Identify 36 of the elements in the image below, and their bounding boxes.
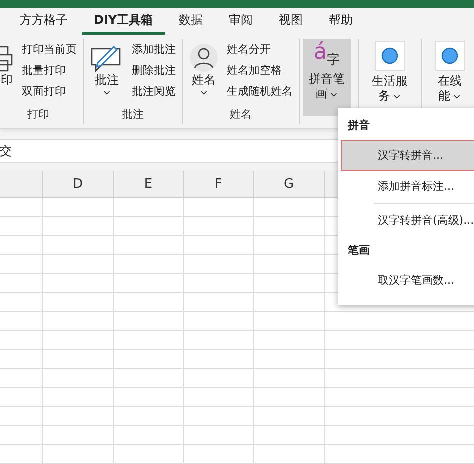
- ribbon-big-button[interactable]: 批注: [90, 39, 124, 106]
- ribbon-tab[interactable]: 视图: [267, 8, 316, 35]
- ribbon-tab[interactable]: 审阅: [217, 8, 266, 35]
- group-label: 批注: [121, 107, 145, 123]
- menu-item[interactable]: 汉字转拼音...: [342, 141, 474, 170]
- menu-header: 笔画: [347, 243, 371, 259]
- ribbon-command[interactable]: 双面打印: [22, 83, 77, 100]
- menu-header: 拼音: [346, 118, 371, 134]
- ribbon-command[interactable]: 添加批注: [132, 41, 176, 58]
- ribbon-command[interactable]: 打印当前页: [22, 41, 77, 58]
- column-header[interactable]: D: [43, 171, 114, 197]
- menu-item[interactable]: 汉字转拼音(高级)...: [342, 206, 474, 235]
- ribbon-tab[interactable]: 帮助: [317, 8, 366, 35]
- ribbon-command[interactable]: 姓名分开: [227, 41, 293, 58]
- ribbon-dropdown-button[interactable]: 在线 能: [429, 39, 471, 116]
- formula-text: 交: [0, 142, 12, 160]
- circle-icon: [441, 47, 459, 65]
- group-label: 姓名: [229, 107, 253, 123]
- ribbon-command[interactable]: 批量打印: [22, 62, 77, 79]
- ribbon-big-button[interactable]: 姓名: [189, 39, 219, 106]
- menu-item[interactable]: 取汉字笔画数...: [342, 266, 474, 295]
- ribbon-tab[interactable]: 方方格子: [8, 8, 80, 35]
- ribbon-tab[interactable]: 数据: [167, 8, 216, 35]
- column-header[interactable]: E: [114, 171, 184, 197]
- ribbon-dropdown-button[interactable]: 生活服 务: [366, 39, 414, 116]
- circle-icon: [381, 47, 399, 65]
- column-header[interactable]: G: [254, 171, 325, 197]
- ribbon-command[interactable]: 批注阅览: [132, 83, 176, 100]
- group-label: 打印: [26, 107, 50, 123]
- column-header[interactable]: F: [184, 171, 254, 197]
- ribbon-command[interactable]: 生成随机姓名: [227, 83, 293, 100]
- menu-item[interactable]: 添加拼音标注...: [342, 172, 474, 201]
- ribbon-command[interactable]: 姓名加空格: [227, 62, 293, 79]
- ribbon-big-button[interactable]: 印: [0, 39, 14, 106]
- person-icon: [189, 43, 219, 73]
- ribbon-command[interactable]: 删除批注: [132, 62, 176, 79]
